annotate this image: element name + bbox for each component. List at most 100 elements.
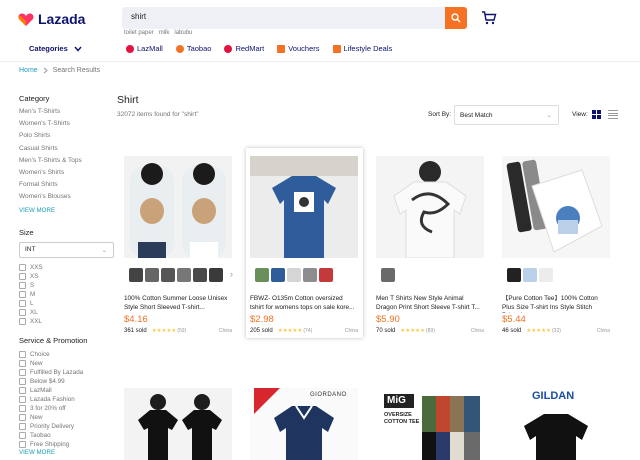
service-option[interactable]: Taobao xyxy=(19,431,119,440)
checkbox[interactable] xyxy=(19,299,26,307)
lazada-logo[interactable]: Lazada xyxy=(18,11,85,27)
checkbox[interactable] xyxy=(19,272,26,280)
checkbox[interactable] xyxy=(19,413,26,421)
category-link[interactable]: Women's Blouses xyxy=(19,193,119,205)
product-name[interactable]: FBWZ- O135m Cotton oversized tshirt for … xyxy=(250,295,358,313)
product-card[interactable]: 【Pure Cotton Tee】100% Cotton Plus Size T… xyxy=(498,148,615,338)
variant-thumbnail[interactable] xyxy=(177,268,191,282)
category-link[interactable]: Women's T-Shirts xyxy=(19,120,119,132)
variant-thumbnail[interactable] xyxy=(271,268,285,282)
breadcrumb-home[interactable]: Home xyxy=(19,67,38,74)
chevron-right-icon[interactable]: › xyxy=(230,269,233,279)
product-image[interactable]: GIORDANO xyxy=(250,388,358,460)
nav-lifestyle-deals[interactable]: Lifestyle Deals xyxy=(332,44,392,53)
checkbox[interactable] xyxy=(19,368,26,376)
variant-thumbnail[interactable] xyxy=(303,268,317,282)
checkbox[interactable] xyxy=(19,308,26,316)
variant-thumbnail[interactable] xyxy=(161,268,175,282)
category-link[interactable]: Formal Shirts xyxy=(19,181,119,193)
product-image[interactable] xyxy=(376,156,484,258)
cart-button[interactable] xyxy=(481,11,497,27)
size-option[interactable]: M xyxy=(19,290,119,299)
service-option[interactable]: Fulfilled By Lazada xyxy=(19,368,119,377)
product-card[interactable]: › 100% Cotton Summer Loose Unisex Style … xyxy=(120,148,237,338)
checkbox[interactable] xyxy=(19,422,26,430)
category-link[interactable]: Men's T-Shirts xyxy=(19,108,119,120)
product-name[interactable]: 100% Cotton Summer Loose Unisex Style Sh… xyxy=(124,295,232,313)
size-option[interactable]: XXS xyxy=(19,263,119,272)
view-more-categories[interactable]: VIEW MORE xyxy=(19,207,119,214)
size-option[interactable]: XXL xyxy=(19,317,119,326)
nav-taobao[interactable]: Taobao xyxy=(175,44,211,53)
sort-select[interactable]: Best Match ⌄ xyxy=(454,105,559,125)
service-option[interactable]: Below $4.99 xyxy=(19,377,119,386)
checkbox[interactable] xyxy=(19,404,26,412)
category-link[interactable]: Women's Shirts xyxy=(19,169,119,181)
size-option[interactable]: XL xyxy=(19,308,119,317)
category-link[interactable]: Casual Shirts xyxy=(19,145,119,157)
size-option[interactable]: S xyxy=(19,281,119,290)
search-button[interactable] xyxy=(445,7,467,29)
service-option[interactable]: Choice xyxy=(19,350,119,359)
service-option[interactable]: Lazada Fashion xyxy=(19,395,119,404)
search-input[interactable]: shirt xyxy=(122,7,445,29)
service-option[interactable]: LazMall xyxy=(19,386,119,395)
checkbox[interactable] xyxy=(19,350,26,358)
categories-menu[interactable]: Categories xyxy=(29,44,82,53)
size-system-select[interactable]: INT ⌄ xyxy=(19,241,114,258)
product-image[interactable] xyxy=(124,156,232,258)
variant-thumbnail[interactable] xyxy=(145,268,159,282)
category-link[interactable]: Polo Shirts xyxy=(19,132,119,144)
product-card[interactable]: GILDAN xyxy=(498,380,615,460)
product-name[interactable]: Men T Shirts New Style Animal Dragon Pri… xyxy=(376,295,484,313)
product-card[interactable] xyxy=(120,380,237,460)
suggestion-link[interactable]: toilet paper xyxy=(124,30,154,36)
service-option[interactable]: New xyxy=(19,359,119,368)
suggestion-link[interactable]: milk xyxy=(159,30,170,36)
checkbox[interactable] xyxy=(19,377,26,385)
checkbox[interactable] xyxy=(19,386,26,394)
checkbox[interactable] xyxy=(19,290,26,298)
variant-thumbnail[interactable] xyxy=(193,268,207,282)
variant-thumbnail[interactable] xyxy=(129,268,143,282)
checkbox[interactable] xyxy=(19,263,26,271)
variant-thumbnail[interactable] xyxy=(523,268,537,282)
variant-thumbnail[interactable] xyxy=(319,268,333,282)
product-image[interactable] xyxy=(124,388,232,460)
service-option[interactable]: Free Shipping xyxy=(19,440,119,449)
nav-vouchers[interactable]: Vouchers xyxy=(277,44,320,53)
nav-redmart[interactable]: RedMart xyxy=(224,44,264,53)
variant-thumbnail[interactable] xyxy=(255,268,269,282)
product-image[interactable]: GILDAN xyxy=(502,388,610,460)
product-image[interactable] xyxy=(502,156,610,258)
variant-thumbnail[interactable] xyxy=(507,268,521,282)
checkbox[interactable] xyxy=(19,359,26,367)
checkbox[interactable] xyxy=(19,395,26,403)
list-view-icon[interactable] xyxy=(608,110,618,119)
checkbox[interactable] xyxy=(19,440,26,448)
checkbox[interactable] xyxy=(19,281,26,289)
checkbox[interactable] xyxy=(19,317,26,325)
grid-view-icon[interactable] xyxy=(592,110,601,119)
service-option[interactable]: New xyxy=(19,413,119,422)
nav-lazmall[interactable]: LazMall xyxy=(126,44,163,53)
service-option[interactable]: Priority Delivery xyxy=(19,422,119,431)
view-more-services[interactable]: VIEW MORE xyxy=(19,449,119,456)
product-card[interactable]: FBWZ- O135m Cotton oversized tshirt for … xyxy=(246,148,363,338)
variant-thumbnail[interactable] xyxy=(381,268,395,282)
product-image[interactable]: MiG OVERSIZE COTTON TEE xyxy=(376,388,484,460)
product-card[interactable]: GIORDANO xyxy=(246,380,363,460)
size-option[interactable]: XS xyxy=(19,272,119,281)
product-name[interactable]: 【Pure Cotton Tee】100% Cotton Plus Size T… xyxy=(502,295,610,313)
category-link[interactable]: Men's T-Shirts & Tops xyxy=(19,157,119,169)
product-image[interactable] xyxy=(250,156,358,258)
size-option[interactable]: L xyxy=(19,299,119,308)
variant-thumbnail[interactable] xyxy=(539,268,553,282)
suggestion-link[interactable]: labubu xyxy=(174,30,192,36)
variant-thumbnail[interactable] xyxy=(287,268,301,282)
variant-thumbnail[interactable] xyxy=(209,268,223,282)
product-card[interactable]: Men T Shirts New Style Animal Dragon Pri… xyxy=(372,148,489,338)
checkbox[interactable] xyxy=(19,431,26,439)
service-option[interactable]: 3 for 20% off xyxy=(19,404,119,413)
product-card[interactable]: MiG OVERSIZE COTTON TEE xyxy=(372,380,489,460)
